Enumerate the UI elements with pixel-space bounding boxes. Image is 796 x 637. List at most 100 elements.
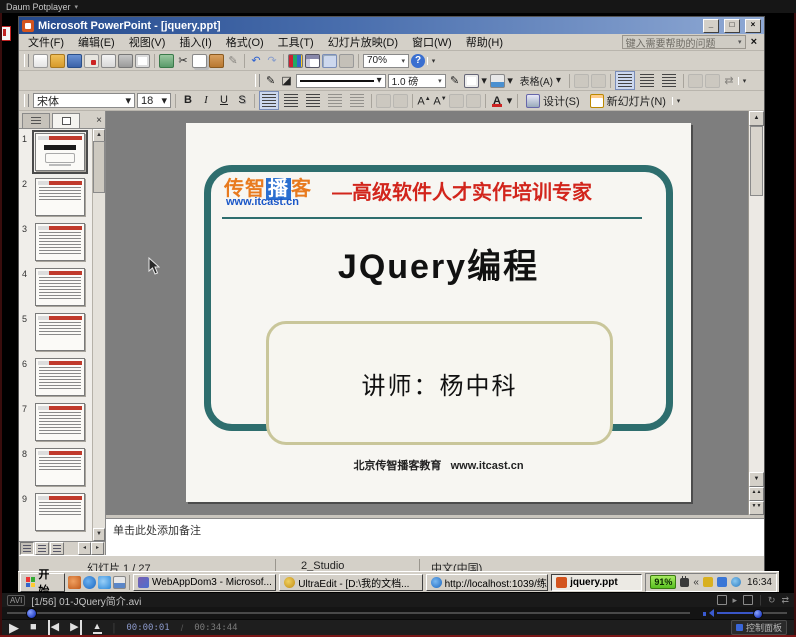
open-icon[interactable]: [50, 54, 65, 68]
control-panel-button[interactable]: 控制面板: [731, 620, 787, 635]
ab-repeat-a-icon[interactable]: [717, 595, 727, 605]
rotate-text-icon[interactable]: ⇄: [722, 74, 736, 88]
slide-thumbnail[interactable]: 5: [35, 313, 91, 351]
decrease-font-size-icon[interactable]: A▼: [433, 92, 447, 109]
distribute-columns-icon[interactable]: [705, 74, 720, 88]
border-color-icon[interactable]: ✎: [448, 74, 462, 88]
help-question-input[interactable]: 键入需要帮助的问题 ▾: [622, 35, 746, 49]
battery-indicator[interactable]: 91%: [650, 575, 676, 589]
open-file-button[interactable]: ▲: [93, 621, 102, 634]
insert-table-icon[interactable]: [305, 54, 320, 68]
toolbar-grip[interactable]: [24, 94, 29, 107]
stop-button[interactable]: ■: [30, 620, 37, 635]
normal-view-button[interactable]: [20, 542, 34, 555]
next-slide-button[interactable]: ▼▼: [749, 501, 764, 515]
speaker-icon[interactable]: [703, 609, 713, 618]
toolbar-options-icon[interactable]: ▾: [738, 77, 750, 85]
show-desktop-icon[interactable]: [113, 576, 126, 589]
menu-tools[interactable]: 工具(T): [271, 34, 321, 50]
save-icon[interactable]: [67, 54, 82, 68]
tray-icon-2[interactable]: [717, 577, 727, 587]
slide-sorter-view-button[interactable]: [35, 542, 49, 555]
slide-canvas[interactable]: 传智播客 www.itcast.cn —高级软件人才实作培训专家 JQuery编…: [186, 123, 691, 502]
format-painter-icon[interactable]: ✎: [226, 54, 240, 68]
menu-view[interactable]: 视图(V): [122, 34, 173, 50]
menu-help[interactable]: 帮助(H): [459, 34, 510, 50]
notes-pane[interactable]: 单击此处添加备注: [106, 515, 764, 555]
eraser-icon[interactable]: ◪: [280, 74, 294, 88]
paste-icon[interactable]: [209, 54, 224, 68]
font-name-select[interactable]: 宋体 ▾: [33, 93, 135, 108]
minimize-button[interactable]: _: [703, 19, 719, 33]
new-icon[interactable]: [33, 54, 48, 68]
media-player-icon[interactable]: [68, 576, 81, 589]
toolbar-grip[interactable]: [24, 54, 29, 67]
redo-icon[interactable]: ↷: [265, 54, 279, 68]
align-center-icon[interactable]: [281, 91, 301, 110]
table-menu-button[interactable]: 表格(A) ▾: [516, 73, 565, 88]
bold-button[interactable]: B: [180, 93, 196, 108]
start-button[interactable]: 开始: [20, 573, 65, 592]
align-right-icon[interactable]: [303, 91, 323, 110]
scroll-right-icon[interactable]: ▸: [91, 542, 104, 555]
italic-button[interactable]: I: [198, 93, 214, 108]
font-color-icon[interactable]: A: [490, 95, 504, 107]
volume-knob[interactable]: [753, 609, 763, 619]
play-button[interactable]: ▶: [9, 620, 19, 635]
justify-icon[interactable]: [325, 91, 345, 110]
slide-thumbnail[interactable]: 8: [35, 448, 91, 486]
maximize-button[interactable]: □: [724, 19, 740, 33]
ppt-titlebar[interactable]: Microsoft PowerPoint - [jquery.ppt] _ □ …: [19, 17, 764, 34]
slide-workspace[interactable]: 传智播客 www.itcast.cn —高级软件人才实作培训专家 JQuery编…: [106, 111, 764, 515]
line-spacing-icon[interactable]: [347, 91, 367, 110]
show-formatting-icon[interactable]: [339, 54, 354, 68]
fullscreen-icon[interactable]: ⇄: [781, 595, 789, 606]
tray-icon-3[interactable]: [731, 577, 741, 587]
toolbar-grip[interactable]: [255, 74, 260, 87]
taskbar-clock[interactable]: 16:34: [745, 577, 772, 588]
decrease-indent-icon[interactable]: [449, 94, 464, 108]
scroll-up-icon[interactable]: ▲: [749, 111, 764, 126]
scrollbar-thumb[interactable]: [93, 141, 105, 193]
slide-thumbnail[interactable]: 6: [35, 358, 91, 396]
messenger-icon[interactable]: [98, 576, 111, 589]
slide-thumbnail[interactable]: 7: [35, 403, 91, 441]
chevron-down-icon[interactable]: ▾: [507, 74, 514, 88]
border-width-select[interactable]: 1.0 磅 ▾: [388, 74, 446, 88]
taskbar-item-ultraedit[interactable]: UltraEdit - [D:\我的文档...: [279, 574, 422, 591]
menu-edit[interactable]: 编辑(E): [71, 34, 122, 50]
slide-thumbnail[interactable]: 1: [35, 133, 91, 171]
close-button[interactable]: ×: [745, 19, 761, 33]
toolbar-options-icon[interactable]: ▾: [672, 97, 684, 105]
previous-button[interactable]: ◀: [48, 620, 59, 635]
print-icon[interactable]: [118, 54, 133, 68]
menu-window[interactable]: 窗口(W): [405, 34, 459, 50]
align-left-icon[interactable]: [259, 91, 279, 110]
slide-thumbnail[interactable]: 3: [35, 223, 91, 261]
video-area[interactable]: Microsoft PowerPoint - [jquery.ppt] _ □ …: [0, 13, 796, 592]
panel-close-icon[interactable]: ×: [96, 114, 102, 128]
email-icon[interactable]: [101, 54, 116, 68]
font-size-select[interactable]: 18 ▾: [137, 93, 171, 108]
collapse-tray-icon[interactable]: «: [693, 577, 699, 588]
underline-button[interactable]: U: [216, 93, 232, 108]
border-style-select[interactable]: ▾: [296, 74, 386, 88]
distribute-rows-icon[interactable]: [688, 74, 703, 88]
permission-icon[interactable]: [84, 54, 99, 68]
split-cells-icon[interactable]: [591, 74, 606, 88]
increase-indent-icon[interactable]: [466, 94, 481, 108]
chevron-down-icon[interactable]: ▾: [506, 94, 513, 108]
undo-icon[interactable]: ↶: [249, 54, 263, 68]
slideshow-view-button[interactable]: [50, 542, 64, 555]
shadow-button[interactable]: S: [234, 93, 250, 108]
new-slide-button[interactable]: 新幻灯片(N): [586, 93, 670, 109]
power-plug-icon[interactable]: [680, 578, 689, 587]
menubar-close-icon[interactable]: ×: [746, 36, 762, 48]
tab-slides[interactable]: [52, 113, 80, 128]
seek-bar[interactable]: [7, 612, 690, 614]
seek-knob[interactable]: [26, 608, 37, 619]
scroll-down-icon[interactable]: ▼: [749, 472, 764, 487]
slide-thumbnail[interactable]: 4: [35, 268, 91, 306]
slide-thumbnail[interactable]: 2: [35, 178, 91, 216]
player-titlebar[interactable]: Daum Potplayer ▾: [0, 0, 796, 13]
